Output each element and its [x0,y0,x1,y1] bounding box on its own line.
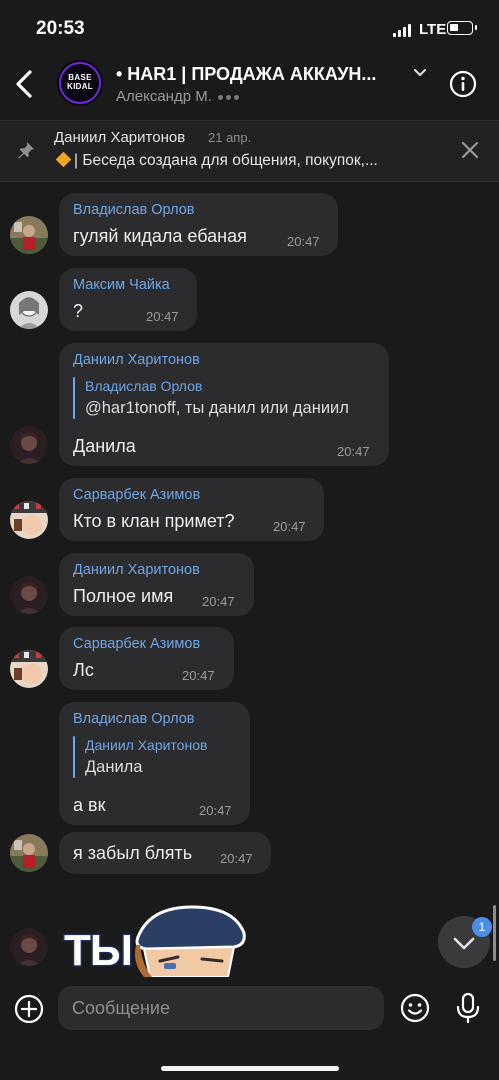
chat-subtitle: Александр М. [116,88,242,105]
pinned-text-row: | Беседа создана для общения, покупок,..… [54,151,378,170]
battery-icon [447,21,477,35]
message-bubble[interactable]: Сарварбек Азимов Кто в клан примет? 20:4… [59,478,324,541]
message-text: я забыл блять [73,843,193,863]
avatar-logo-line1: BASE [68,73,92,82]
chat-avatar[interactable]: BASE KIDAL [57,60,103,106]
message-bubble[interactable]: Сарварбек Азимов Лс 20:47 [59,627,234,690]
message-bubble[interactable]: я забыл блять 20:47 [59,832,271,874]
avatar[interactable] [10,928,48,966]
info-icon[interactable] [449,70,477,98]
message-time: 20:47 [182,668,215,683]
avatar[interactable] [10,216,48,254]
microphone-icon[interactable] [455,992,481,1024]
message-text: Кто в клан примет? [73,511,235,531]
typing-dots-icon [217,88,242,105]
chat-screen: 20:53 LTE BASE KIDAL • HAR1 | ПРОДАЖА АКК… [0,0,499,1080]
status-bar: 20:53 LTE [0,0,499,56]
sticker-image[interactable] [130,905,250,977]
message-author[interactable]: Максим Чайка [73,277,170,293]
reply-bar [73,736,75,778]
message-bubble[interactable]: Владислав Орлов гуляй кидала ебаная 20:4… [59,193,338,256]
message-author[interactable]: Сарварбек Азимов [73,636,200,652]
message-text: Полное имя [73,586,174,606]
pinned-text: | Беседа создана для общения, покупок,..… [74,152,378,169]
typing-user: Александр М. [116,88,212,105]
pin-icon [18,142,34,159]
message-time: 20:47 [146,309,179,324]
pinned-date: 21 апр. [208,130,252,145]
message-time: 20:47 [287,234,320,249]
pinned-message[interactable]: Даниил Харитонов 21 апр. | Беседа создан… [0,120,499,182]
unread-badge: 1 [472,917,492,937]
avatar[interactable] [10,291,48,329]
avatar-logo-line2: KIDAL [67,82,93,91]
message-bubble[interactable]: Даниил Харитонов Полное имя 20:47 [59,553,254,616]
reply-text[interactable]: Данила [85,758,142,777]
message-text: а вк [73,795,106,815]
message-bubble[interactable]: Даниил Харитонов Владислав Орлов @har1to… [59,343,389,466]
avatar[interactable] [10,426,48,464]
message-time: 20:47 [199,803,232,818]
scrollbar[interactable] [493,905,496,961]
message-author[interactable]: Даниил Харитонов [73,562,200,578]
chevron-down-icon[interactable] [412,66,428,80]
composer [0,978,499,1080]
reply-text[interactable]: @har1tonoff, ты данил или даниил [85,399,349,418]
close-icon[interactable] [458,138,482,162]
message-bubble[interactable]: Владислав Орлов Даниил Харитонов Данила … [59,702,250,825]
avatar[interactable] [10,834,48,872]
reply-author[interactable]: Даниил Харитонов [85,737,207,753]
message-time: 20:47 [220,851,253,866]
message-input[interactable] [58,986,384,1030]
message-author[interactable]: Даниил Харитонов [73,352,200,368]
message-time: 20:47 [273,519,306,534]
chat-header: BASE KIDAL • HAR1 | ПРОДАЖА АККАУН... Але… [0,56,499,112]
pinned-author: Даниил Харитонов [54,129,186,146]
message-text: ? [73,301,84,321]
avatar[interactable] [10,650,48,688]
avatar[interactable] [10,501,48,539]
avatar[interactable] [10,576,48,614]
reply-author[interactable]: Владислав Орлов [85,378,202,394]
emoji-icon[interactable] [400,993,430,1023]
message-text: Лс [73,660,94,680]
message-time: 20:47 [202,594,235,609]
signal-icon [393,24,413,37]
message-time: 20:47 [337,444,370,459]
message-bubble[interactable]: Максим Чайка ? 20:47 [59,268,197,331]
network-type: LTE [419,21,447,38]
message-text: гуляй кидала ебаная [73,226,247,246]
message-author[interactable]: Сарварбек Азимов [73,487,200,503]
message-author[interactable]: Владислав Орлов [73,711,195,727]
reply-bar [73,377,75,419]
diamond-emoji-icon [55,151,72,168]
home-indicator [161,1066,339,1071]
message-author[interactable]: Владислав Орлов [73,202,195,218]
chat-title[interactable]: • HAR1 | ПРОДАЖА АККАУН... [116,64,376,85]
sticker-text: ТЫ [63,925,135,977]
back-button[interactable] [10,64,40,104]
status-time: 20:53 [36,18,85,39]
message-text: Данила [73,436,136,456]
plus-circle-icon[interactable] [13,993,45,1025]
